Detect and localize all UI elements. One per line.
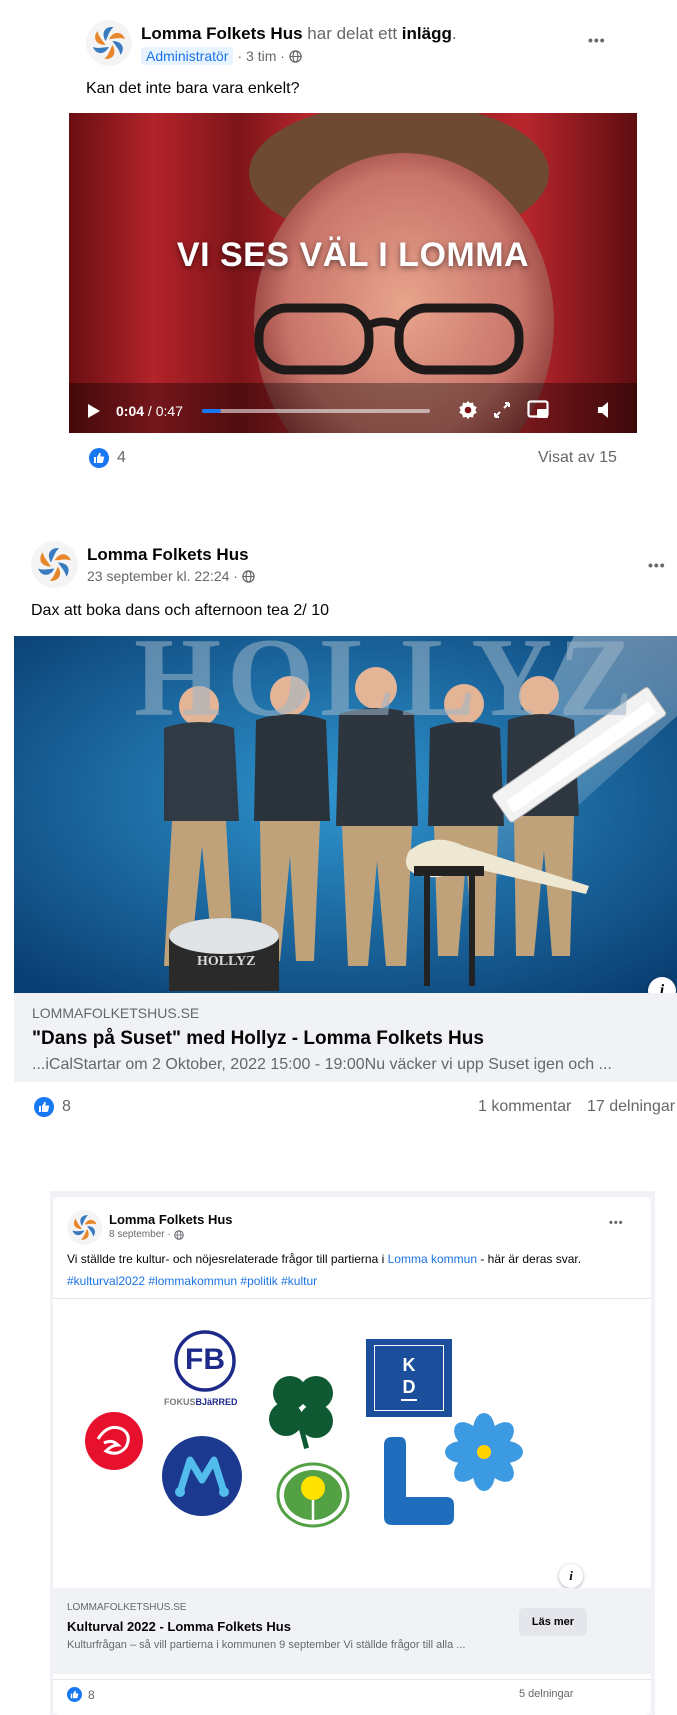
folkets-hus-logo [31,541,78,588]
thumbs-up-icon [34,1097,54,1117]
more-options-icon[interactable]: ••• [588,32,606,48]
link-preview[interactable]: LOMMAFOLKETSHUS.SE Kulturval 2022 - Lomm… [53,1588,651,1674]
kd-letter-k: K [402,1355,416,1375]
fb-caption-bjarred: BJäRRED [195,1397,238,1407]
post-time[interactable]: 23 september kl. 22:24 · [87,568,238,584]
like-count: 8 [62,1098,71,1115]
backdrop-text: HOLLYZ [134,636,639,740]
party-logos-image[interactable]: FB FOKUSBJäRRED K D [53,1298,651,1588]
link-domain: LOMMAFOLKETSHUS.SE [32,1005,200,1021]
reactions[interactable]: 8 [34,1097,71,1117]
more-options-icon[interactable]: ••• [609,1217,624,1229]
fb-letters: FB [185,1343,225,1376]
view-count[interactable]: Visat av 15 [538,449,617,467]
info-icon: i [569,1568,573,1583]
folkets-hus-logo [67,1210,102,1245]
drum-label: HOLLYZ [197,954,256,969]
link-preview[interactable]: LOMMAFOLKETSHUS.SE "Dans på Suset" med H… [14,993,677,1082]
post-author[interactable]: Lomma Folkets Hus [109,1212,233,1227]
video-progress-fill [202,409,222,413]
post-image[interactable]: HOLLYZ HOLLYZ [14,636,677,993]
picture-in-picture-icon [527,400,549,418]
post-text-end: - här är deras svar. [480,1252,582,1266]
read-more-button[interactable]: Läs mer [519,1608,587,1636]
post-text: Kan det inte bara vara enkelt? [86,80,300,97]
reactions[interactable]: 8 [67,1687,95,1702]
pip-button[interactable] [527,400,549,425]
social-democrats-rose-icon [85,1412,143,1470]
play-icon [88,404,100,418]
fullscreen-button[interactable] [493,401,511,424]
video-current-time: 0:04 [116,403,145,419]
globe-icon [242,569,255,583]
like-count: 8 [88,1687,95,1702]
speaker-icon [598,402,608,418]
thumbs-up-icon [67,1687,82,1702]
post-text: Vi ställde tre kultur- och nöjesrelatera… [67,1252,581,1266]
post-text-start: Vi ställde tre kultur- och nöjesrelatera… [67,1252,385,1266]
link-description: Kulturfrågan – så vill partierna i kommu… [67,1639,466,1651]
admin-badge: Administratör [141,47,234,65]
settings-button[interactable] [457,399,479,426]
post-author[interactable]: Lomma Folkets Hus [87,545,249,565]
fb-caption-fokus: FOKUS [164,1397,196,1407]
post-text: Dax att boka dans och afternoon tea 2/ 1… [31,602,329,619]
link-domain: LOMMAFOLKETSHUS.SE [67,1602,187,1613]
kd-letter-d: D [402,1377,416,1397]
kd-logo: K D [366,1339,452,1417]
share-count[interactable]: 17 delningar [587,1098,675,1116]
post-author[interactable]: Lomma Folkets Hus [141,24,303,43]
globe-icon [173,1229,184,1240]
clover-icon [269,1376,333,1449]
shared-suffix: . [451,24,457,43]
comment-count[interactable]: 1 kommentar [478,1098,571,1116]
link-description: ...iCalStartar om 2 Oktober, 2022 15:00 … [32,1056,612,1073]
shared-post-link[interactable]: inlägg [402,24,452,43]
post-time[interactable]: · 3 tim · [237,48,284,64]
reactions[interactable]: 4 [89,448,126,468]
folkets-hus-logo [86,20,132,66]
page-avatar[interactable] [31,541,78,588]
like-count: 4 [117,449,126,466]
page-avatar[interactable] [86,20,132,66]
post-3-frame: Lomma Folkets Hus 8 september · ••• Vi s… [50,1191,655,1715]
page-avatar[interactable] [67,1210,102,1245]
volume-button[interactable] [597,401,611,424]
globe-icon [289,49,302,63]
thumbs-up-icon [89,448,109,468]
shared-text: har delat ett [307,24,398,43]
link-title: "Dans på Suset" med Hollyz - Lomma Folke… [32,1028,484,1049]
post-time[interactable]: 8 september · [109,1229,171,1240]
more-options-icon[interactable]: ••• [648,557,666,573]
gear-icon [459,400,477,420]
moderaterna-logo-icon [162,1436,242,1516]
video-progress-track[interactable] [202,409,430,413]
video-duration: / 0:47 [147,403,183,419]
video-player[interactable]: VI SES VÄL I LOMMA 0:04 / 0:47 [69,113,637,433]
blue-anemone-icon [445,1413,523,1491]
fullscreen-icon [494,402,510,418]
share-count[interactable]: 5 delningar [519,1688,573,1700]
lomma-kommun-link[interactable]: Lomma kommun [388,1252,477,1266]
hashtags[interactable]: #kulturval2022 #lommakommun #politik #ku… [67,1274,317,1288]
divider [53,1679,651,1680]
post-3: Lomma Folkets Hus 8 september · ••• Vi s… [53,1197,651,1715]
dandelion-icon [276,1462,350,1528]
video-overlay-text: VI SES VÄL I LOMMA [176,236,530,274]
info-button[interactable]: i [559,1564,583,1588]
play-button[interactable] [87,403,101,424]
link-title: Kulturval 2022 - Lomma Folkets Hus [67,1619,291,1634]
